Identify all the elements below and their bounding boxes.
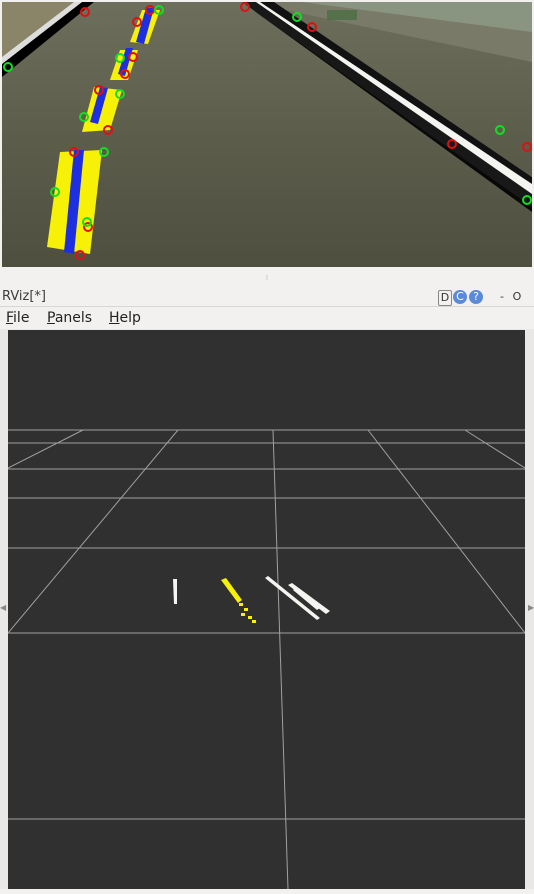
menu-help[interactable]: Help [109,307,141,329]
menu-help-mnemonic: H [109,310,120,326]
splitter-handle[interactable]: ⁞ [0,268,534,288]
window-title: RViz[*] [2,289,47,304]
splitter-grip-icon: ⁞ [265,274,269,282]
minimize-icon[interactable]: - [497,290,507,304]
menu-panels-mnemonic: P [47,310,55,326]
menu-file[interactable]: File [6,307,29,329]
right-dock-arrow-icon[interactable]: ▶ [528,603,534,612]
menu-help-label: elp [119,310,141,326]
dock-icon[interactable]: D [438,290,452,306]
3d-render-viewport[interactable] [8,330,525,889]
help-icon[interactable]: ? [469,290,483,304]
left-dock-arrow-icon[interactable]: ◀ [0,603,6,612]
refresh-icon[interactable]: C [453,290,467,304]
menu-panels-label: anels [54,310,93,326]
viewport-background [8,330,525,889]
menubar: File Panels Help [0,307,534,329]
menu-file-mnemonic: F [6,310,14,326]
menu-file-label: ile [13,310,30,326]
maximize-icon[interactable]: O [511,290,523,304]
menu-panels[interactable]: Panels [47,307,92,329]
rviz-titlebar: RViz[*] D C ? - O [0,288,534,307]
status-strip [0,889,534,894]
camera-image-view [2,2,532,267]
